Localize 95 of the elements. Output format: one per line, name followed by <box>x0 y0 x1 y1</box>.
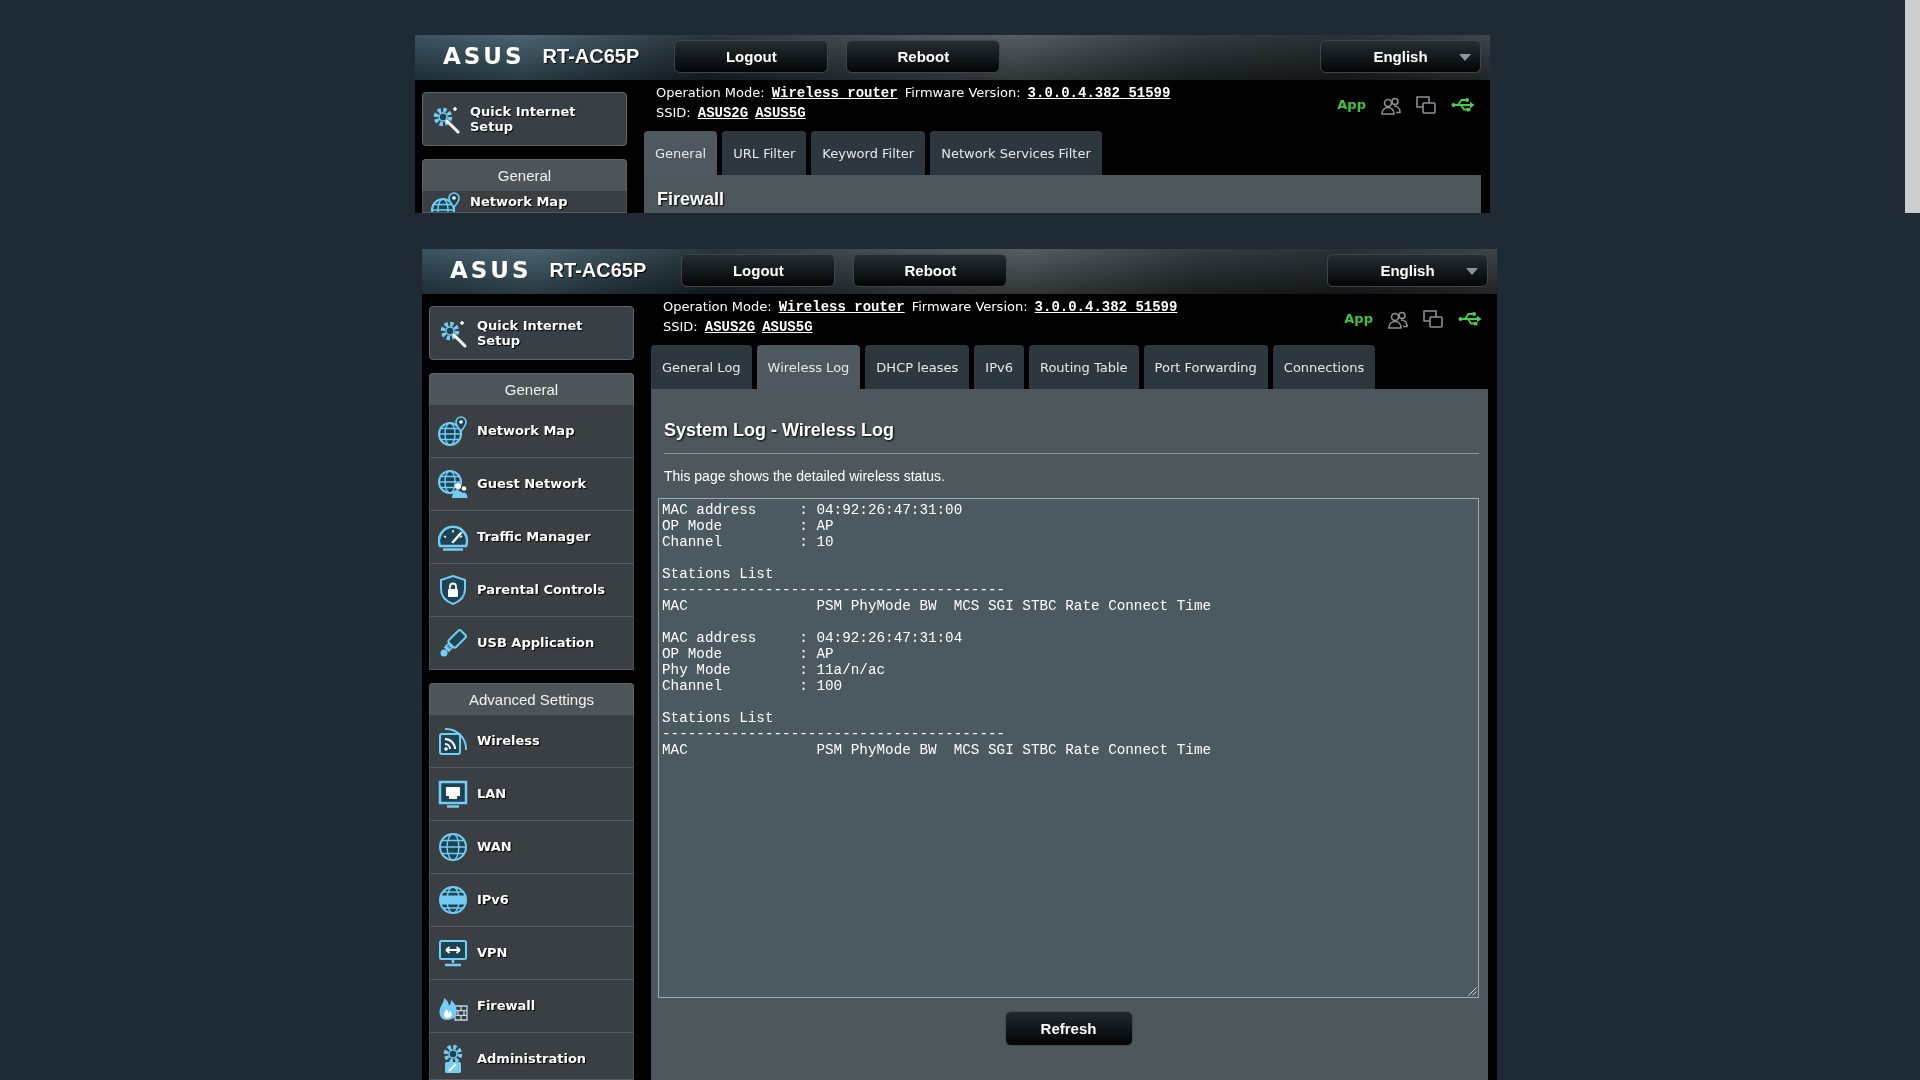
header-button[interactable]: Reboot <box>846 40 1001 73</box>
firmware-label: Firmware Version: <box>911 298 1028 316</box>
model-name: RT-AC65P <box>542 44 640 69</box>
usb-icon[interactable] <box>1451 97 1475 113</box>
log-line: Stations List <box>662 710 774 726</box>
usb-icon[interactable] <box>1458 311 1482 327</box>
firmware-link[interactable]: 3.0.0.4.382_51599 <box>1027 83 1171 103</box>
windows-icon[interactable] <box>1416 96 1436 114</box>
tab[interactable]: Wireless Log <box>756 345 861 389</box>
tab[interactable]: Connections <box>1272 345 1376 389</box>
header-button[interactable]: Logout <box>681 254 836 287</box>
log-line: Channel : 10 <box>662 534 834 550</box>
operation-mode-link[interactable]: Wireless router <box>778 297 905 317</box>
tab[interactable]: General <box>644 131 718 175</box>
operation-mode-label: Operation Mode: <box>663 298 772 316</box>
header-button[interactable]: Reboot <box>853 254 1008 287</box>
log-line: ---------------------------------------- <box>662 582 1006 598</box>
sidebar-item[interactable]: Network Map <box>422 191 627 213</box>
tab[interactable]: URL Filter <box>722 131 807 175</box>
language-select[interactable]: English <box>1327 254 1488 287</box>
page-title: System Log - Wireless Log <box>664 419 895 441</box>
scrollbar[interactable] <box>1905 0 1920 213</box>
users-icon[interactable] <box>1381 95 1401 115</box>
sidebar-section-title: General <box>422 159 627 191</box>
sidebar-item[interactable]: Guest Network <box>429 458 634 511</box>
log-line: OP Mode : AP <box>662 518 834 534</box>
users-icon[interactable] <box>1388 309 1408 329</box>
sidebar-section-title: General <box>429 373 634 405</box>
windows-icon[interactable] <box>1423 310 1443 328</box>
brand-logo: ASUS <box>450 256 532 285</box>
ssid-link[interactable]: ASUS2G <box>697 103 749 123</box>
app-link[interactable]: App <box>1344 311 1373 327</box>
tab[interactable]: General Log <box>651 345 752 389</box>
refresh-button[interactable]: Refresh <box>1004 1011 1133 1046</box>
log-line: OP Mode : AP <box>662 646 834 662</box>
tab[interactable]: Routing Table <box>1028 345 1139 389</box>
ssid-label: SSID: <box>656 104 691 122</box>
sidebar-item[interactable]: Wireless <box>429 715 634 768</box>
sidebar-item[interactable]: Parental Controls <box>429 564 634 617</box>
ssid-link[interactable]: ASUS5G <box>755 103 806 123</box>
quick-setup-button[interactable]: Quick Internet Setup <box>429 306 634 360</box>
globe-band-icon <box>438 885 468 915</box>
sidebar-item[interactable]: Administration <box>429 1033 634 1080</box>
quick-setup-button[interactable]: Quick Internet Setup <box>422 92 627 146</box>
firmware-link[interactable]: 3.0.0.4.382_51599 <box>1034 297 1178 317</box>
log-line: MAC PSM PhyMode BW MCS SGI STBC Rate Connect Time <box>662 598 1212 614</box>
language-select[interactable]: English <box>1320 40 1481 73</box>
log-line: Channel : 100 <box>662 678 843 694</box>
monitor-arrows-icon <box>438 938 468 968</box>
globe-icon <box>438 832 468 862</box>
sidebar-item[interactable]: WAN <box>429 821 634 874</box>
app-link[interactable]: App <box>1337 97 1366 113</box>
wifi-icon <box>438 726 468 756</box>
page-title: Firewall <box>657 188 726 210</box>
log-line: MAC address : 04:92:26:47:31:04 <box>662 630 963 646</box>
sidebar-item[interactable]: IPv6 <box>429 874 634 927</box>
tab[interactable]: Network Services Filter <box>930 131 1102 175</box>
caret-icon <box>1459 54 1471 61</box>
globe-people-icon <box>438 469 468 499</box>
log-line: Stations List <box>662 566 774 582</box>
log-textarea[interactable] <box>658 498 1479 998</box>
caret-icon <box>1466 268 1478 275</box>
tab[interactable]: IPv6 <box>974 345 1024 389</box>
tab[interactable]: Port Forwarding <box>1143 345 1268 389</box>
globe-pin-icon <box>431 192 461 212</box>
shield-lock-icon <box>438 575 468 605</box>
ethernet-port-icon <box>438 779 468 809</box>
sidebar-item[interactable]: VPN <box>429 927 634 980</box>
gear-wand-icon <box>438 318 468 348</box>
brand-logo: ASUS <box>443 42 525 71</box>
ssid-link[interactable]: ASUS2G <box>704 317 756 337</box>
sidebar-item[interactable]: Traffic Manager <box>429 511 634 564</box>
ssid-link[interactable]: ASUS5G <box>762 317 813 337</box>
log-line: MAC address : 04:92:26:47:31:00 <box>662 502 963 518</box>
sidebar-item[interactable]: Network Map <box>429 405 634 458</box>
gear-wand-icon <box>431 104 461 134</box>
description-text: This page shows the detailed wireless status. <box>664 467 946 486</box>
sidebar-section-title: Advanced Settings <box>429 683 634 715</box>
header-button[interactable]: Logout <box>674 40 829 73</box>
ssid-label: SSID: <box>663 318 698 336</box>
log-line: ---------------------------------------- <box>662 726 1006 742</box>
operation-mode-link[interactable]: Wireless router <box>771 83 898 103</box>
operation-mode-label: Operation Mode: <box>656 84 765 102</box>
resize-grip-icon[interactable] <box>1468 987 1477 996</box>
sidebar-item[interactable]: LAN <box>429 768 634 821</box>
sidebar-item[interactable]: Firewall <box>429 980 634 1033</box>
tab[interactable]: Keyword Filter <box>811 131 926 175</box>
firmware-label: Firmware Version: <box>904 84 1021 102</box>
tab[interactable]: DHCP leases <box>865 345 970 389</box>
log-line: Phy Mode : 11a/n/ac <box>662 662 886 678</box>
log-line: MAC PSM PhyMode BW MCS SGI STBC Rate Connect Time <box>662 742 1212 758</box>
usb-stick-icon <box>438 628 468 658</box>
globe-pin-icon <box>438 416 468 446</box>
sidebar-item[interactable]: USB Application <box>429 617 634 670</box>
model-name: RT-AC65P <box>549 258 647 283</box>
